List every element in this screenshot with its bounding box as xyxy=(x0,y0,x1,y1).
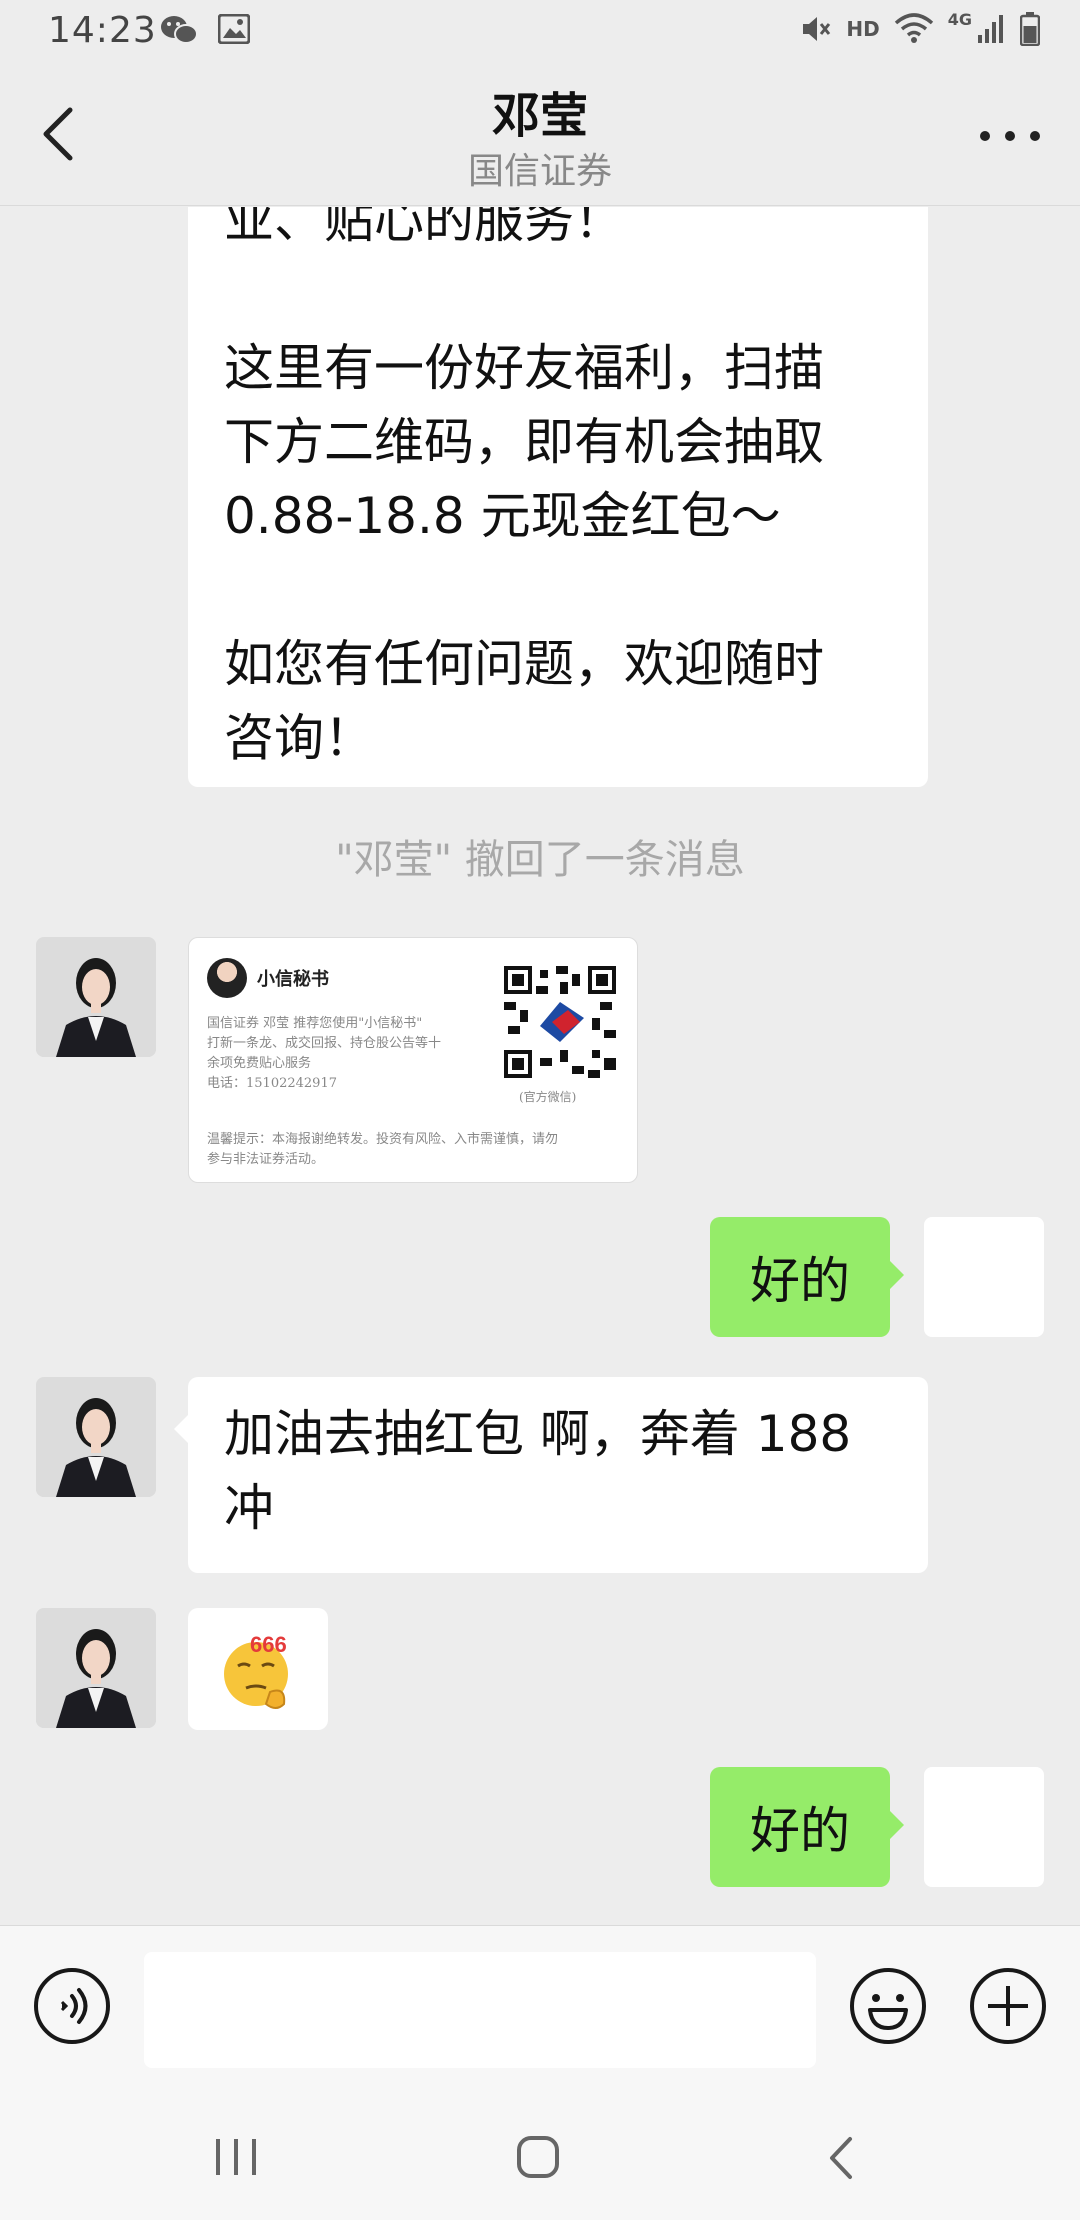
signal-icon xyxy=(978,15,1003,43)
contact-avatar[interactable] xyxy=(36,1377,156,1497)
qr-caption: (官方微信) xyxy=(519,1090,577,1104)
card-text: 余项免费贴心服务 xyxy=(207,1056,312,1071)
wechat-icon xyxy=(161,16,198,44)
emoji-icon[interactable] xyxy=(848,1966,928,2046)
person-portrait-icon xyxy=(36,1377,156,1497)
home-icon[interactable] xyxy=(516,2135,560,2179)
card-title: 小信秘书 xyxy=(257,969,329,990)
sticker-caption: 666 xyxy=(250,1632,287,1657)
battery-icon xyxy=(1020,12,1040,46)
message-bubble-incoming[interactable]: 加油去抽红包 啊，奔着 188 冲 xyxy=(174,1377,928,1573)
recall-notice: "邓莹" 撤回了一条消息 xyxy=(335,837,745,883)
card-text: 国信证券 邓莹 推荐您使用"小信秘书" xyxy=(207,1016,423,1031)
voice-input-icon[interactable] xyxy=(32,1966,112,2046)
more-options-button[interactable] xyxy=(980,126,1040,146)
qr-code-icon xyxy=(504,966,616,1078)
hd-indicator: HD xyxy=(846,17,880,41)
emoji-666-icon: 666 xyxy=(224,1632,288,1709)
message-line: 下方二维码，即有机会抽取 xyxy=(224,413,824,471)
contact-avatar[interactable] xyxy=(36,1608,156,1728)
more-dot-icon xyxy=(1030,131,1040,141)
message-text: 好的 xyxy=(750,1802,850,1860)
message-bubble-incoming[interactable]: 业、贴心的服务！ 这里有一份好友福利，扫描 下方二维码，即有机会抽取 0.88-… xyxy=(188,207,928,787)
message-line: 这里有一份好友福利，扫描 xyxy=(224,339,824,397)
contact-avatar[interactable] xyxy=(36,937,156,1057)
message-line xyxy=(224,553,892,627)
recent-apps-icon[interactable] xyxy=(214,2137,258,2177)
business-card-image[interactable]: 小信秘书 国信证券 邓莹 推荐您使用"小信秘书" 打新一条龙、成交回报、持仓股公… xyxy=(188,937,638,1183)
message-line: 咨询！ xyxy=(224,709,374,767)
person-portrait-icon xyxy=(36,937,156,1057)
message-bubble-outgoing[interactable]: 好的 xyxy=(710,1217,904,1337)
message-line xyxy=(224,257,892,331)
card-text: 打新一条龙、成交回报、持仓股公告等十 xyxy=(207,1036,442,1051)
message-bubble-outgoing[interactable]: 好的 xyxy=(710,1767,904,1887)
contact-name: 邓莹 xyxy=(491,88,588,144)
my-avatar[interactable] xyxy=(924,1217,1044,1337)
more-dot-icon xyxy=(1005,131,1015,141)
sticker-message[interactable]: 666 xyxy=(188,1608,328,1730)
status-right-icons: HD 4G xyxy=(800,9,1040,46)
add-more-icon[interactable] xyxy=(968,1966,1048,2046)
network-indicator: 4G xyxy=(947,9,972,29)
status-time: 14:23 xyxy=(48,10,157,51)
more-dot-icon xyxy=(980,131,990,141)
card-avatar xyxy=(207,958,247,998)
message-line: 加油去抽红包 啊，奔着 188 xyxy=(224,1405,852,1463)
contact-company: 国信证券 xyxy=(467,151,612,192)
back-nav-icon[interactable] xyxy=(826,2135,856,2181)
message-text-input[interactable] xyxy=(144,1952,816,2068)
card-phone: 电话：15102242917 xyxy=(207,1076,337,1091)
chat-messages[interactable]: 业、贴心的服务！ 这里有一份好友福利，扫描 下方二维码，即有机会抽取 0.88-… xyxy=(0,207,1080,1925)
message-input-bar xyxy=(0,1925,1080,2085)
message-text: 好的 xyxy=(750,1252,850,1310)
mute-icon xyxy=(803,17,831,41)
gallery-icon xyxy=(218,14,250,44)
message-line: 如您有任何问题，欢迎随时 xyxy=(224,635,824,693)
status-bar: 14:23 HD 4G xyxy=(0,0,1080,64)
chat-header: 邓莹 国信证券 xyxy=(0,64,1080,206)
person-portrait-icon xyxy=(36,1608,156,1728)
system-navigation-bar xyxy=(0,2085,1080,2220)
card-notice: 温馨提示：本海报谢绝转发。投资有风险、入市需谨慎，请勿 xyxy=(207,1132,559,1147)
card-notice: 参与非法证券活动。 xyxy=(207,1152,325,1167)
message-line: 0.88-18.8 元现金红包～ xyxy=(224,487,781,545)
status-left-icons xyxy=(160,14,250,46)
wifi-icon xyxy=(894,13,933,43)
message-line: 冲 xyxy=(224,1479,274,1537)
my-avatar[interactable] xyxy=(924,1767,1044,1887)
message-line: 业、贴心的服务！ xyxy=(224,207,624,249)
